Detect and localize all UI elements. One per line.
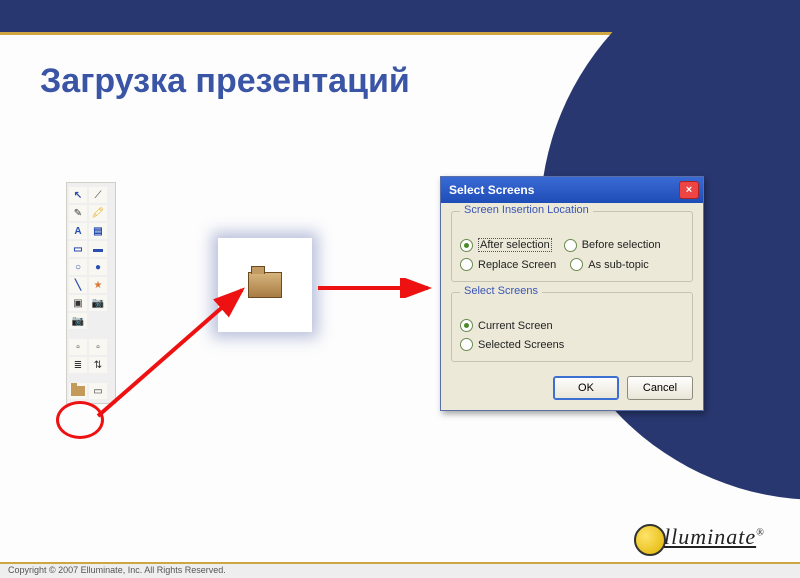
slide-title: Загрузка презентаций <box>40 62 410 101</box>
close-icon[interactable]: × <box>679 181 699 199</box>
oval-fill-icon[interactable]: ● <box>89 259 107 275</box>
lightbulb-icon <box>634 524 666 556</box>
text-tool-icon[interactable]: A <box>69 223 87 239</box>
insertion-location-group: Screen Insertion Location After selectio… <box>451 211 693 282</box>
rect-fill-icon[interactable]: ▬ <box>89 241 107 257</box>
radio-before-selection[interactable]: Before selection <box>564 238 661 252</box>
dialog-titlebar[interactable]: Select Screens × <box>441 177 703 203</box>
radio-icon <box>460 319 473 332</box>
group-legend: Screen Insertion Location <box>460 204 593 216</box>
load-presentation-icon[interactable] <box>69 383 87 399</box>
ok-button[interactable]: OK <box>553 376 619 400</box>
highlighter-icon[interactable]: 🖍 <box>89 205 107 221</box>
dialog-title: Select Screens <box>449 183 534 197</box>
screenshot-icon[interactable]: ▣ <box>69 295 87 311</box>
slide-footer: Copyright © 2007 Elluminate, Inc. All Ri… <box>0 562 800 578</box>
radio-icon <box>564 239 577 252</box>
arrow-toolbar-to-zoom <box>92 282 252 422</box>
oval-outline-icon[interactable]: ○ <box>69 259 87 275</box>
radio-icon <box>460 338 473 351</box>
arrow-zoom-to-dialog <box>316 278 434 298</box>
logo-text: lluminate® <box>664 524 765 550</box>
rect-outline-icon[interactable]: ▭ <box>69 241 87 257</box>
page-nav-icon[interactable]: ≣ <box>69 357 87 373</box>
line-draw-icon[interactable]: ╲ <box>69 277 87 293</box>
folder-icon <box>248 272 282 298</box>
line-select-icon[interactable]: ⟋ <box>89 187 107 203</box>
copyright-text: Copyright © 2007 Elluminate, Inc. All Ri… <box>8 565 226 575</box>
radio-icon <box>460 239 473 252</box>
textbox-tool-icon[interactable]: ▤ <box>89 223 107 239</box>
radio-icon <box>460 258 473 271</box>
group-legend: Select Screens <box>460 285 542 297</box>
pointer-tool-icon[interactable]: ↖ <box>69 187 87 203</box>
select-screens-group: Select Screens Current Screen Selected S… <box>451 292 693 362</box>
radio-selected-screens[interactable]: Selected Screens <box>460 338 684 351</box>
cancel-button[interactable]: Cancel <box>627 376 693 400</box>
select-screens-dialog: Select Screens × Screen Insertion Locati… <box>440 176 704 411</box>
radio-current-screen[interactable]: Current Screen <box>460 319 684 332</box>
radio-replace-screen[interactable]: Replace Screen <box>460 258 556 271</box>
radio-after-selection[interactable]: After selection <box>460 238 552 252</box>
radio-icon <box>570 258 583 271</box>
blank-screen-icon[interactable]: ▫ <box>69 339 87 355</box>
radio-as-subtopic[interactable]: As sub-topic <box>570 258 649 271</box>
elluminate-logo: lluminate® <box>634 518 760 560</box>
pen-icon[interactable]: ✎ <box>69 205 87 221</box>
snapshot-icon[interactable]: 📷 <box>69 313 87 329</box>
